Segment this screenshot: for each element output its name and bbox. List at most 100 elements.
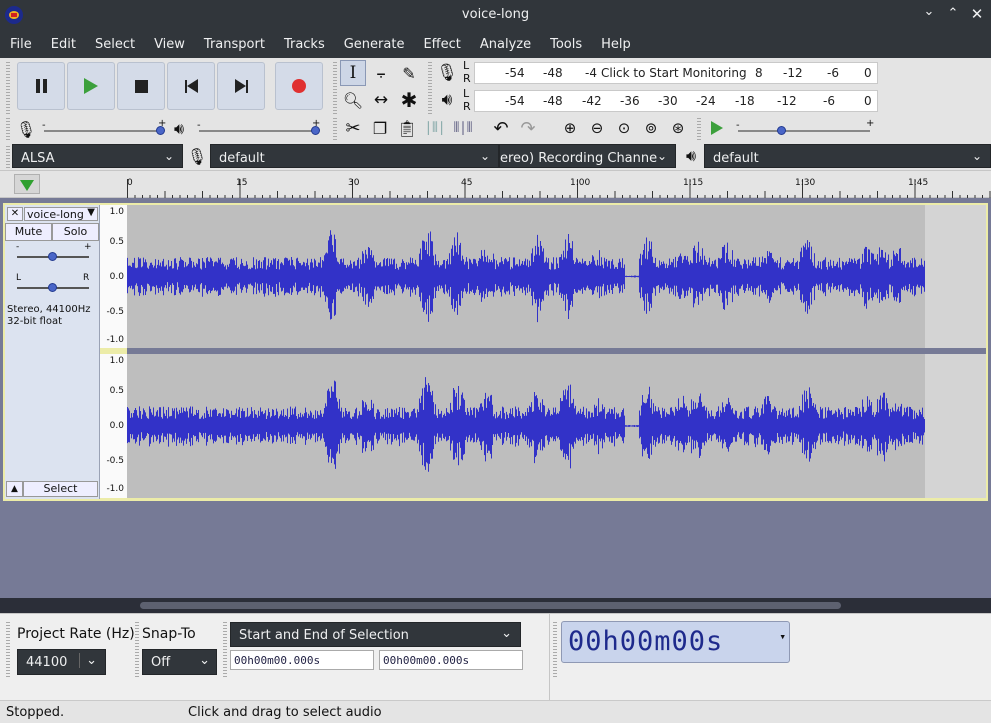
menu-bar: File Edit Select View Transport Tracks G… [0, 30, 991, 58]
pan-slider-thumb[interactable] [48, 283, 57, 292]
audio-host-select[interactable]: ALSA ⌄ [12, 144, 183, 168]
toolbar-grip[interactable] [6, 146, 10, 168]
channel2-vertical-scale: 1.0 0.5 0.0 -0.5 -1.0 [100, 354, 127, 498]
zoom-toggle-icon[interactable]: ⊛ [665, 115, 691, 141]
timeshift-tool-icon[interactable]: ↔ [368, 87, 394, 113]
track-close-icon[interactable]: ✕ [7, 207, 23, 221]
toolbar-grip[interactable] [333, 118, 337, 140]
copy-icon[interactable]: ❐ [367, 115, 393, 141]
toolbar-grip[interactable] [135, 622, 139, 677]
playback-meter-tick: -54 [505, 94, 525, 108]
recording-channels-select[interactable]: ereo) Recording Channels ⌄ [499, 144, 676, 168]
draw-tool-icon[interactable]: ✎ [396, 60, 422, 86]
channel2-waveform-area[interactable] [127, 354, 986, 498]
multi-tool-icon[interactable]: ✱ [396, 87, 422, 113]
project-rate-select[interactable]: 44100 ⌄ [17, 649, 106, 675]
redo-icon[interactable]: ↷ [515, 115, 541, 141]
toolbar-area: I ⨪ ✎ 🔍︎ ↔ ✱ 🎙︎ LR -54 -48 -4 Click to S… [0, 58, 991, 170]
menu-generate[interactable]: Generate [334, 37, 413, 52]
undo-icon[interactable]: ↶ [488, 115, 514, 141]
close-window-icon[interactable]: ✕ [968, 5, 986, 25]
zoom-in-icon[interactable]: ⊕ [557, 115, 583, 141]
cut-icon[interactable]: ✂ [340, 115, 366, 141]
recording-device-select[interactable]: default ⌄ [210, 144, 499, 168]
record-button[interactable] [275, 62, 323, 110]
record-meter-tick: -12 [783, 66, 803, 80]
playback-volume-thumb[interactable] [311, 126, 320, 135]
snap-to-select[interactable]: Off ⌄ [142, 649, 217, 675]
stop-button[interactable] [117, 62, 165, 110]
playback-device-select[interactable]: default ⌄ [704, 144, 991, 168]
selection-tool-icon[interactable]: I [340, 60, 366, 86]
timeline-ruler[interactable]: 0 15 30 45 1:00 1:15 1:30 1:45 [0, 170, 991, 199]
track-select-button[interactable]: Select [23, 481, 98, 497]
menu-select[interactable]: Select [85, 37, 143, 52]
record-meter-tick: -54 [505, 66, 525, 80]
trim-audio-icon[interactable]: ∣⦀∣ [422, 115, 448, 141]
toolbar-grip[interactable] [6, 622, 10, 677]
playback-meter-speaker-icon[interactable]: 🔊︎ [434, 87, 460, 113]
collapse-track-icon[interactable]: ▲ [6, 481, 23, 497]
menu-transport[interactable]: Transport [194, 37, 273, 52]
menu-tracks[interactable]: Tracks [274, 37, 333, 52]
fit-selection-icon[interactable]: ⊙ [611, 115, 637, 141]
timeline-options-button[interactable] [14, 174, 40, 194]
solo-button[interactable]: Solo [52, 223, 99, 241]
track-name-menu[interactable]: voice-long ▼ [24, 207, 98, 221]
selection-start-time[interactable]: 00h00m00.000s [230, 650, 374, 670]
pause-button[interactable] [17, 62, 65, 110]
toolbar-grip[interactable] [697, 118, 701, 140]
record-meter-mic-icon[interactable]: 🎙︎ [434, 60, 460, 86]
envelope-tool-icon[interactable]: ⨪ [368, 60, 394, 86]
menu-analyze[interactable]: Analyze [470, 37, 539, 52]
skip-to-start-button[interactable] [167, 62, 215, 110]
toolbar-grip[interactable] [428, 62, 432, 114]
menu-edit[interactable]: Edit [41, 37, 84, 52]
channel1-waveform-area[interactable] [127, 205, 986, 348]
playback-meter[interactable]: -54 -48 -42 -36 -30 -24 -18 -12 -6 0 [474, 90, 878, 112]
silence-audio-icon[interactable]: ⦀∣⦀ [450, 115, 476, 141]
menu-effect[interactable]: Effect [413, 37, 468, 52]
record-meter-tick: -48 [543, 66, 563, 80]
record-meter[interactable]: -54 -48 -4 Click to Start Monitoring 8 -… [474, 62, 878, 84]
toolbar-grip[interactable] [6, 62, 10, 114]
play-speed-slider[interactable] [738, 130, 870, 132]
track-control-panel[interactable]: ✕ voice-long ▼ Mute Solo - + L R Stereo, … [5, 205, 100, 499]
playback-volume-slider[interactable] [199, 130, 317, 132]
gain-max-label: + [84, 242, 92, 252]
play-speed-thumb[interactable] [777, 126, 786, 135]
toolbar-grip[interactable] [553, 622, 557, 677]
play-at-speed-icon[interactable] [704, 115, 730, 141]
menu-file[interactable]: File [0, 37, 40, 52]
selection-end-time[interactable]: 00h00m00.000s [379, 650, 523, 670]
mute-button[interactable]: Mute [5, 223, 52, 241]
menu-view[interactable]: View [144, 37, 193, 52]
toolbar-grip[interactable] [223, 622, 227, 677]
audio-position-display[interactable]: 00h00m00s ▾ [561, 621, 790, 663]
minimize-icon[interactable]: ⌄ [920, 4, 938, 24]
ruler-tick-label: 1:00 [570, 178, 591, 188]
gain-slider-thumb[interactable] [48, 252, 57, 261]
maximize-icon[interactable]: ⌃ [944, 6, 962, 26]
channel2-waveform [127, 377, 925, 472]
toolbar-grip[interactable] [333, 62, 337, 114]
recording-device-mic-icon: 🎙︎ [186, 146, 208, 166]
zoom-out-icon[interactable]: ⊖ [584, 115, 610, 141]
menu-tools[interactable]: Tools [540, 37, 590, 52]
recording-volume-slider[interactable] [44, 130, 162, 132]
play-button[interactable] [67, 62, 115, 110]
status-hint: Click and drag to select audio [188, 705, 382, 720]
zoom-tool-icon[interactable]: 🔍︎ [340, 87, 366, 113]
menu-help[interactable]: Help [591, 37, 639, 52]
toolbar-grip[interactable] [6, 118, 10, 140]
recording-volume-thumb[interactable] [156, 126, 165, 135]
status-state: Stopped. [6, 705, 65, 720]
fit-project-icon[interactable]: ⊚ [638, 115, 664, 141]
paste-icon[interactable]: 📋︎ [394, 115, 420, 141]
skip-to-end-button[interactable] [217, 62, 265, 110]
horizontal-scrollbar-thumb[interactable] [140, 602, 841, 609]
ruler-ticks: 0 15 30 45 1:00 1:15 1:30 1:45 [127, 171, 991, 199]
horizontal-scrollbar[interactable] [0, 598, 991, 613]
selection-mode-select[interactable]: Start and End of Selection ⌄ [230, 622, 521, 647]
playback-volume-speaker-icon: 🔊︎ [173, 119, 185, 138]
